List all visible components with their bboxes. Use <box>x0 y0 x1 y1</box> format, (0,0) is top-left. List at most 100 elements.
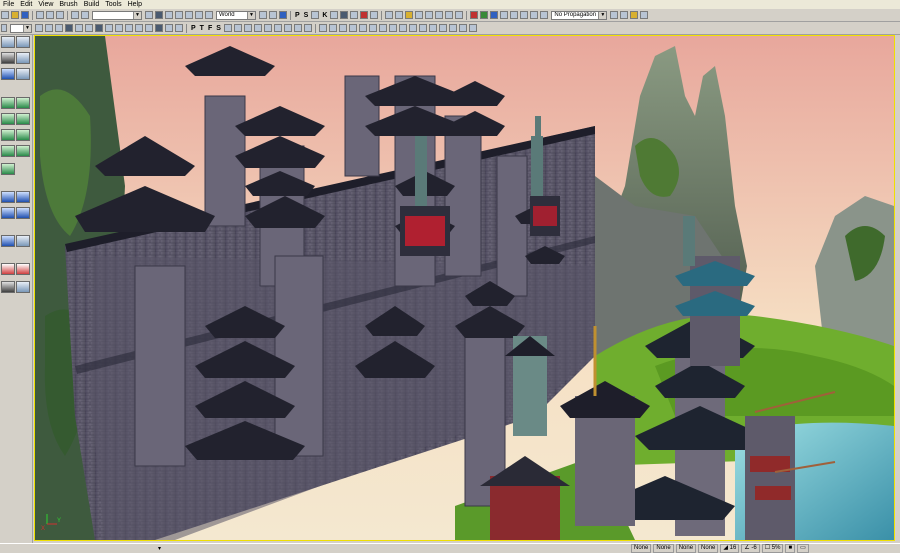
view-mode-select[interactable]: ▼ <box>10 23 32 33</box>
sound-icon[interactable] <box>370 11 379 19</box>
stair-builder-button[interactable] <box>1 113 15 125</box>
coord-system-select[interactable]: World ▼ <box>216 10 256 20</box>
decal-icon[interactable] <box>303 24 312 32</box>
path-icon[interactable] <box>415 11 424 19</box>
view-side-icon[interactable] <box>125 24 133 32</box>
copy-icon[interactable] <box>46 11 54 19</box>
emitter-icon[interactable] <box>253 24 262 32</box>
hide-selected-button[interactable] <box>16 263 30 275</box>
texture-p-button[interactable]: P <box>295 12 300 19</box>
csg-intersect-button[interactable] <box>1 207 15 219</box>
move-tool-button[interactable] <box>16 52 30 64</box>
view-wireframe-icon[interactable] <box>35 24 43 32</box>
camera-mode-button[interactable] <box>1 36 15 48</box>
gear-icon[interactable] <box>640 11 649 19</box>
tool-t-button[interactable]: T <box>200 25 204 32</box>
picture-icon[interactable] <box>340 11 349 19</box>
unlink-icon[interactable] <box>435 11 444 19</box>
tool-p-button[interactable]: P <box>191 25 196 32</box>
record-icon[interactable] <box>360 11 369 19</box>
terrain-edit-button[interactable] <box>1 52 15 64</box>
grid-icon[interactable] <box>205 11 213 19</box>
view-brush-icon[interactable] <box>165 24 173 32</box>
actor-icon[interactable] <box>279 11 287 19</box>
frame-16-icon[interactable] <box>468 24 477 32</box>
view-lighting-icon[interactable] <box>85 24 93 32</box>
route-icon[interactable] <box>455 11 464 19</box>
blue-palette-icon[interactable] <box>490 11 499 19</box>
view-top-icon[interactable] <box>105 24 113 32</box>
pawn-icon[interactable] <box>283 24 292 32</box>
csg-subtract-button[interactable] <box>16 191 30 203</box>
sky-icon[interactable] <box>243 24 252 32</box>
paste-icon[interactable] <box>56 11 64 19</box>
texture-s-button[interactable]: S <box>304 12 309 19</box>
binoculars-icon[interactable] <box>259 11 267 19</box>
select-icon[interactable] <box>155 11 163 19</box>
tool-f-button[interactable]: F <box>208 25 212 32</box>
frame-10-icon[interactable] <box>408 24 417 32</box>
sphere-builder-button[interactable] <box>16 145 30 157</box>
frame-13-icon[interactable] <box>438 24 447 32</box>
terrain-icon[interactable] <box>233 24 242 32</box>
light-icon[interactable] <box>395 11 404 19</box>
view-zones-icon[interactable] <box>45 24 53 32</box>
view-realtime-icon[interactable] <box>95 24 103 32</box>
projector-icon[interactable] <box>263 24 272 32</box>
menu-tools[interactable]: Tools <box>102 0 124 9</box>
link-icon[interactable] <box>425 11 434 19</box>
matinee-icon[interactable] <box>311 11 320 19</box>
status-dropdown[interactable]: ▾ <box>158 545 161 552</box>
menu-brush[interactable]: Brush <box>56 0 80 9</box>
undo-icon[interactable] <box>71 11 79 19</box>
vertex-edit-button[interactable] <box>16 36 30 48</box>
sheet-builder-button[interactable] <box>16 129 30 141</box>
rotate-icon[interactable] <box>175 11 183 19</box>
frame-11-icon[interactable] <box>418 24 427 32</box>
cut-icon[interactable] <box>36 11 44 19</box>
csg-add-button[interactable] <box>1 191 15 203</box>
shear-tool-button[interactable] <box>16 68 30 80</box>
view-cam-icon[interactable] <box>145 24 153 32</box>
frame-9-icon[interactable] <box>398 24 407 32</box>
frame-3-icon[interactable] <box>338 24 347 32</box>
frame-8-icon[interactable] <box>388 24 397 32</box>
frame-14-icon[interactable] <box>448 24 457 32</box>
red-palette-icon[interactable] <box>470 11 479 19</box>
view-front-icon[interactable] <box>115 24 123 32</box>
sphere-icon[interactable] <box>385 11 394 19</box>
invert-selection-button[interactable] <box>16 281 30 293</box>
build-geometry-icon[interactable] <box>510 11 519 19</box>
flag-icon[interactable] <box>630 11 639 19</box>
view-unlit-icon[interactable] <box>75 24 83 32</box>
add-static-mesh-button[interactable] <box>16 235 30 247</box>
menu-help[interactable]: Help <box>125 0 145 9</box>
cone-builder-button[interactable] <box>16 97 30 109</box>
menu-build[interactable]: Build <box>81 0 103 9</box>
frame-12-icon[interactable] <box>428 24 437 32</box>
play-icon[interactable] <box>610 11 619 19</box>
texture-k-button[interactable]: K <box>322 12 327 19</box>
show-selected-button[interactable] <box>1 263 15 275</box>
new-file-icon[interactable] <box>1 11 9 19</box>
bulb-icon[interactable] <box>405 11 414 19</box>
csg-deintersect-button[interactable] <box>16 207 30 219</box>
tool-s-button[interactable]: S <box>216 25 221 32</box>
snap-icon[interactable] <box>195 11 203 19</box>
green-palette-icon[interactable] <box>480 11 489 19</box>
propagation-select[interactable]: No Propagation ▼ <box>551 10 608 20</box>
brush-icon[interactable] <box>350 11 359 19</box>
redo-icon[interactable] <box>81 11 89 19</box>
perspective-viewport[interactable]: Y X <box>34 35 895 541</box>
view-actor-icon[interactable] <box>155 24 163 32</box>
open-folder-icon[interactable] <box>11 11 19 19</box>
camera-icon[interactable] <box>269 11 277 19</box>
search-combo[interactable]: ▼ <box>92 10 142 20</box>
frame-1-icon[interactable] <box>318 24 327 32</box>
menu-file[interactable]: File <box>0 0 17 9</box>
arrow-icon[interactable] <box>620 11 629 19</box>
menu-view[interactable]: View <box>35 0 56 9</box>
chevron-down-icon[interactable] <box>1 24 7 32</box>
cylinder-builder-button[interactable] <box>16 113 30 125</box>
spiral-stair-builder-button[interactable] <box>1 145 15 157</box>
